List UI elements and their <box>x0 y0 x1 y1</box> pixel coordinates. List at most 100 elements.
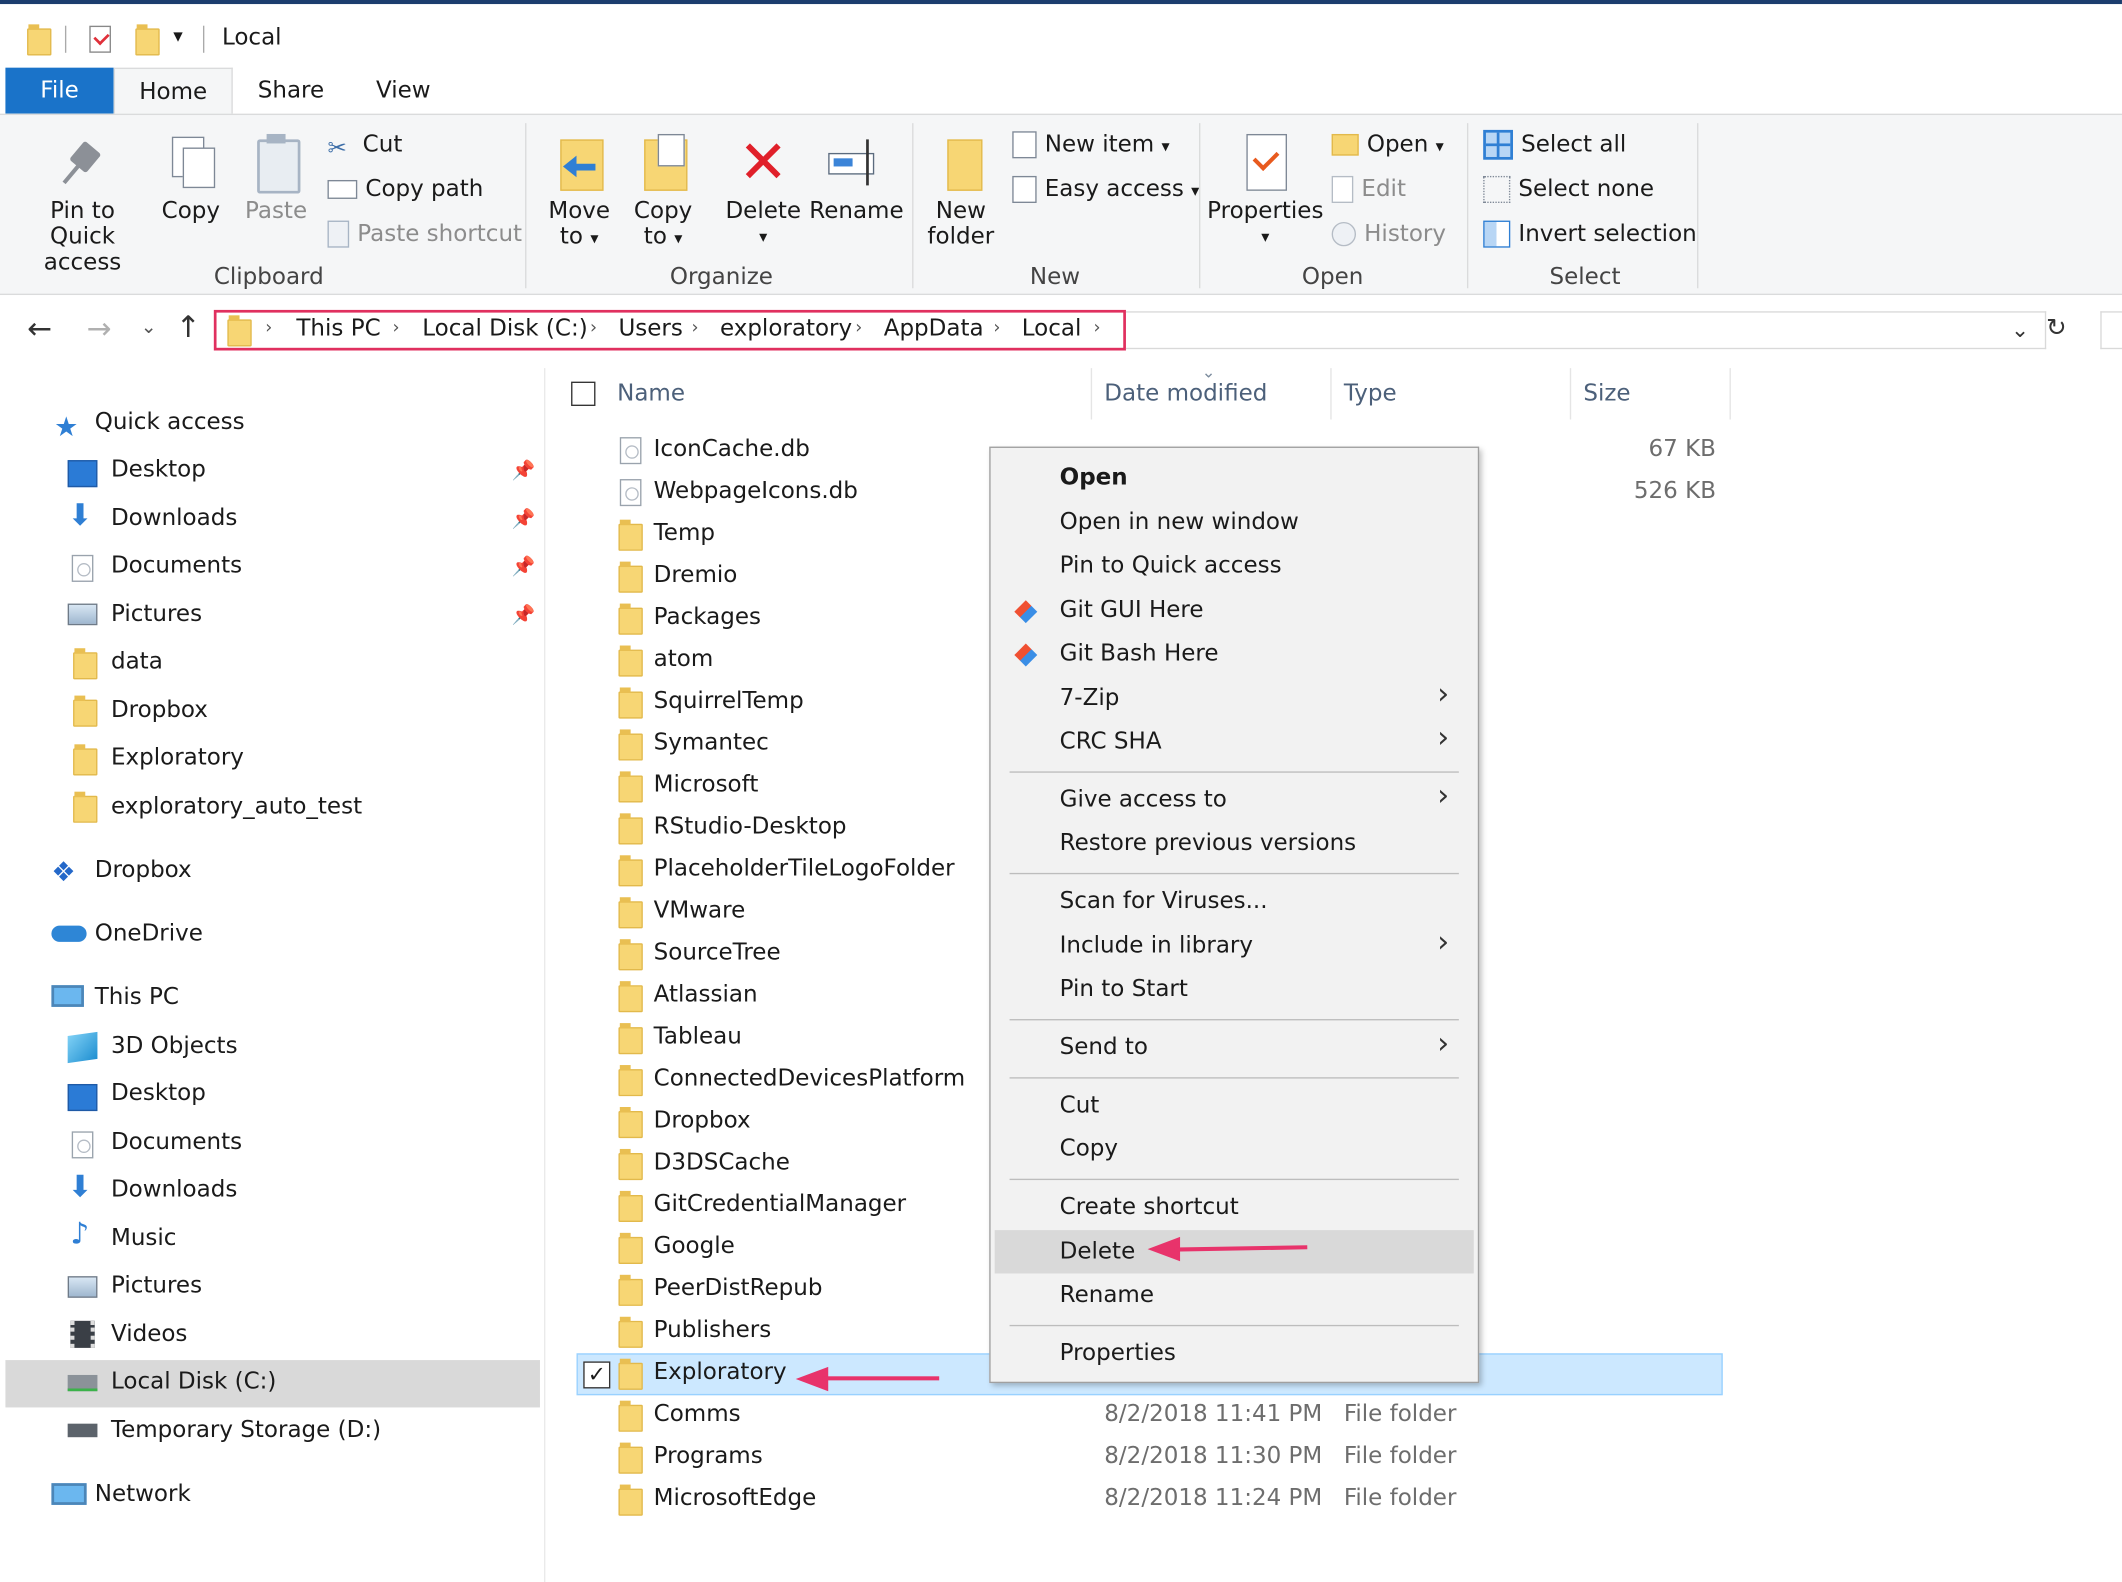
pin-icon[interactable]: 📌 <box>512 605 536 627</box>
copy-path-button[interactable]: Copy path <box>327 173 483 205</box>
paste-button[interactable]: Paste <box>238 133 314 225</box>
address-bar-field[interactable] <box>1125 311 2047 350</box>
file-row-name[interactable]: IconCache.db <box>654 436 810 463</box>
menu-item-git-bash[interactable]: Git Bash Here <box>1060 640 1219 667</box>
nav-dropbox[interactable]: Dropbox <box>95 857 192 884</box>
select-none-button[interactable]: Select none <box>1483 173 1654 205</box>
menu-item-properties[interactable]: Properties <box>1060 1340 1176 1367</box>
tab-home[interactable]: Home <box>113 67 233 114</box>
menu-item-include-library[interactable]: Include in library <box>1060 932 1253 959</box>
file-row-name[interactable]: Google <box>654 1233 735 1260</box>
new-item-button[interactable]: New item ▾ <box>1012 129 1170 161</box>
cut-button[interactable]: ✂ Cut <box>327 129 402 162</box>
file-row-name[interactable]: GitCredentialManager <box>654 1191 906 1218</box>
file-row-name[interactable]: PlaceholderTileLogoFolder <box>654 855 955 882</box>
column-header-date[interactable]: Date modified <box>1104 380 1267 407</box>
file-row-name[interactable]: atom <box>654 646 714 673</box>
file-row-name[interactable]: WebpageIcons.db <box>654 478 858 505</box>
invert-selection-button[interactable]: Invert selection <box>1483 218 1697 250</box>
edit-button[interactable]: Edit <box>1331 173 1406 205</box>
pin-icon[interactable]: 📌 <box>512 556 536 578</box>
forward-arrow-icon[interactable]: → <box>87 313 112 347</box>
pin-icon[interactable]: 📌 <box>512 509 536 531</box>
tab-view[interactable]: View <box>360 68 447 114</box>
search-box[interactable] <box>2100 311 2122 350</box>
file-row-name[interactable]: ConnectedDevicesPlatform <box>654 1065 966 1092</box>
nav-pc-desktop[interactable]: Desktop <box>111 1080 206 1107</box>
nav-pc-documents[interactable]: Documents <box>111 1129 242 1156</box>
select-all-checkbox[interactable] <box>571 381 596 406</box>
breadcrumb-appdata[interactable]: AppData <box>884 315 984 342</box>
file-row-name[interactable]: Symantec <box>654 729 769 756</box>
nav-onedrive[interactable]: OneDrive <box>95 920 203 947</box>
menu-item-rename[interactable]: Rename <box>1060 1282 1154 1309</box>
nav-quick-downloads[interactable]: Downloads <box>111 505 237 532</box>
column-header-type[interactable]: Type <box>1344 380 1397 407</box>
pin-icon[interactable]: 📌 <box>512 460 536 482</box>
address-dropdown-icon[interactable]: ⌄ <box>2011 317 2029 343</box>
nav-pc-temporary-storage[interactable]: Temporary Storage (D:) <box>111 1417 381 1444</box>
file-row-name[interactable]: Temp <box>654 520 715 547</box>
menu-item-git-gui[interactable]: Git GUI Here <box>1060 597 1204 624</box>
file-row-name[interactable]: Microsoft <box>654 771 759 798</box>
rename-button[interactable]: Rename <box>809 134 904 225</box>
menu-item-crc-sha[interactable]: CRC SHA <box>1060 728 1162 755</box>
tab-share[interactable]: Share <box>244 68 339 114</box>
breadcrumb-exploratory[interactable]: exploratory <box>720 315 852 342</box>
file-row-name[interactable]: Comms <box>654 1401 741 1428</box>
copy-button[interactable]: Copy <box>154 134 227 225</box>
nav-quick-data[interactable]: data <box>111 648 163 675</box>
paste-shortcut-button[interactable]: Paste shortcut <box>327 218 522 250</box>
file-row-name[interactable]: Programs <box>654 1443 763 1470</box>
nav-this-pc[interactable]: This PC <box>95 984 179 1011</box>
open-button[interactable]: Open ▾ <box>1331 129 1444 161</box>
breadcrumb-this-pc[interactable]: This PC <box>296 315 380 342</box>
file-row-name[interactable]: MicrosoftEdge <box>654 1485 817 1512</box>
breadcrumb-local[interactable]: Local <box>1022 315 1082 342</box>
nav-quick-pictures[interactable]: Pictures <box>111 601 202 628</box>
history-button[interactable]: History <box>1331 218 1446 250</box>
recent-locations-chevron-icon[interactable]: ⌄ <box>141 317 157 339</box>
nav-network[interactable]: Network <box>95 1481 191 1508</box>
nav-quick-exploratory[interactable]: Exploratory <box>111 744 244 771</box>
menu-item-pin-start[interactable]: Pin to Start <box>1060 976 1188 1003</box>
select-all-button[interactable]: Select all <box>1483 129 1626 161</box>
nav-pc-pictures[interactable]: Pictures <box>111 1272 202 1299</box>
column-header-size[interactable]: Size <box>1583 380 1630 407</box>
back-arrow-icon[interactable]: ← <box>27 313 52 347</box>
nav-pc-music[interactable]: Music <box>111 1225 176 1252</box>
menu-item-send-to[interactable]: Send to <box>1060 1034 1148 1061</box>
new-folder-quick-icon[interactable] <box>135 24 160 56</box>
file-row-name[interactable]: VMware <box>654 897 746 924</box>
file-row-name[interactable]: Dropbox <box>654 1107 751 1134</box>
file-row-name[interactable]: Publishers <box>654 1317 772 1344</box>
menu-item-create-shortcut[interactable]: Create shortcut <box>1060 1194 1239 1221</box>
pin-to-quick-access-button[interactable]: Pin to Quick access <box>16 134 149 276</box>
file-row-name[interactable]: Tableau <box>654 1023 742 1050</box>
file-row-name[interactable]: D3DSCache <box>654 1149 790 1176</box>
breadcrumb-users[interactable]: Users <box>618 315 682 342</box>
file-row-name[interactable]: PeerDistRepub <box>654 1275 823 1302</box>
properties-quick-icon[interactable] <box>89 25 111 53</box>
refresh-icon[interactable]: ↻ <box>2046 314 2066 342</box>
properties-button[interactable]: Properties ▾ <box>1207 133 1323 250</box>
menu-item-open-new-window[interactable]: Open in new window <box>1060 509 1299 536</box>
easy-access-button[interactable]: Easy access ▾ <box>1012 173 1199 205</box>
nav-pc-local-disk[interactable]: Local Disk (C:) <box>111 1368 276 1395</box>
tab-file[interactable]: File <box>5 67 114 114</box>
delete-button[interactable]: ✕ Delete ▾ <box>723 133 804 250</box>
file-row-name[interactable]: Dremio <box>654 562 738 589</box>
nav-quick-documents[interactable]: Documents <box>111 552 242 579</box>
row-checkbox-checked[interactable]: ✓ <box>583 1361 611 1389</box>
nav-quick-desktop[interactable]: Desktop <box>111 456 206 483</box>
new-folder-button[interactable]: New folder <box>923 134 999 250</box>
menu-item-delete[interactable]: Delete <box>1060 1238 1136 1265</box>
copy-to-button[interactable]: Copy to ▾ <box>625 133 701 252</box>
menu-item-scan-viruses[interactable]: Scan for Viruses... <box>1060 888 1268 915</box>
nav-pc-3d-objects[interactable]: 3D Objects <box>111 1033 238 1060</box>
breadcrumb-local-disk[interactable]: Local Disk (C:) <box>422 315 587 342</box>
column-header-name[interactable]: Name <box>617 380 685 407</box>
file-row-name[interactable]: RStudio-Desktop <box>654 813 847 840</box>
menu-item-open[interactable]: Open <box>1060 464 1128 491</box>
menu-item-cut[interactable]: Cut <box>1060 1092 1100 1119</box>
